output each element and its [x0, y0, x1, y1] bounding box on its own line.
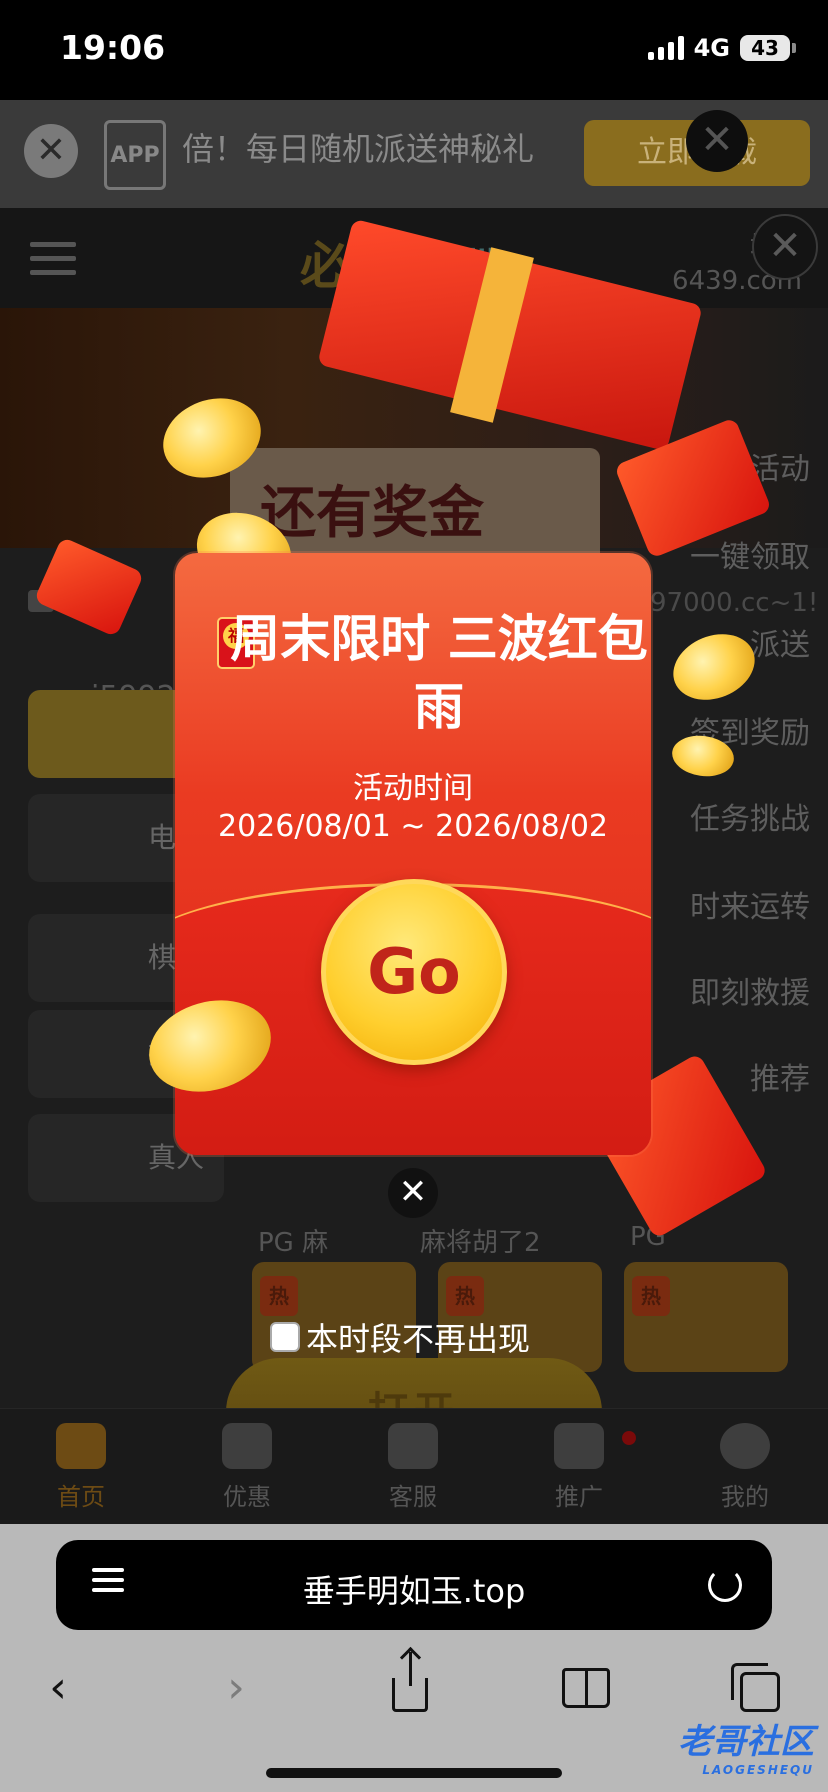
url-text: 垂手明如玉.top: [302, 1572, 526, 1610]
headset-icon: [388, 1423, 438, 1469]
nav-home[interactable]: 首页: [26, 1423, 136, 1512]
status-time: 19:06: [60, 28, 166, 67]
user-icon: [720, 1423, 770, 1469]
download-banner-text: 倍！每日随机派送神秘礼: [182, 130, 535, 168]
tabs-button[interactable]: [730, 1658, 790, 1718]
close-banner-icon[interactable]: ✕: [24, 124, 78, 178]
dont-show-again-option[interactable]: 本时段不再出现: [270, 1314, 530, 1360]
forward-icon[interactable]: ›: [206, 1658, 266, 1718]
popup-title: 周末限时 三波红包雨: [230, 610, 648, 736]
game-label: 麻将胡了2: [420, 1228, 541, 1258]
activity-time-label: 活动时间: [353, 771, 473, 806]
dont-show-label: 本时段不再出现: [306, 1320, 531, 1358]
game-thumbnail[interactable]: 热: [624, 1262, 788, 1372]
bookmarks-button[interactable]: [556, 1658, 616, 1718]
link-rescue[interactable]: 即刻救援: [690, 968, 810, 1012]
link-recommend[interactable]: 推荐: [750, 1054, 810, 1098]
link-task-challenge[interactable]: 任务挑战: [690, 794, 810, 838]
battery-icon: 43: [740, 35, 796, 61]
tabs-icon: [731, 1663, 780, 1712]
go-button[interactable]: Go: [321, 879, 507, 1065]
nav-promotions[interactable]: 优惠: [192, 1423, 302, 1512]
back-icon[interactable]: ‹: [28, 1658, 88, 1718]
nav-profile[interactable]: 我的: [690, 1423, 800, 1512]
share-user-icon: [554, 1423, 604, 1469]
address-bar[interactable]: 垂手明如玉.top: [56, 1540, 772, 1630]
nav-referral[interactable]: 推广: [524, 1423, 634, 1512]
close-popup-icon[interactable]: ✕: [388, 1168, 438, 1218]
reload-icon[interactable]: [708, 1568, 742, 1602]
share-icon: [392, 1652, 428, 1712]
watermark-logo: 老哥社区 LAOGESHEQU: [678, 1722, 814, 1777]
hot-badge: 热: [260, 1276, 298, 1316]
home-indicator[interactable]: [266, 1768, 562, 1778]
browser-toolbar: 垂手明如玉.top ‹ › 老哥社区 LAOGESHEQU: [0, 1524, 828, 1792]
hero-text: 还有奖金: [260, 481, 484, 546]
close-ad-icon[interactable]: ✕: [752, 214, 818, 280]
app-file-icon: APP: [104, 120, 166, 190]
signal-icon: [647, 36, 684, 60]
close-overlay-icon[interactable]: ✕: [686, 110, 748, 172]
notification-dot: [622, 1431, 636, 1445]
marquee-right: 97000.cc~1!: [650, 588, 819, 618]
bottom-nav: 首页 优惠 客服 推广 我的: [0, 1408, 828, 1524]
link-fortune[interactable]: 时来运转: [690, 882, 810, 926]
game-label: PG 麻: [258, 1228, 329, 1258]
gift-icon: [222, 1423, 272, 1469]
link-dispatch[interactable]: 派送: [750, 620, 810, 664]
share-button[interactable]: [380, 1652, 440, 1718]
nav-support[interactable]: 客服: [358, 1423, 468, 1512]
hot-badge: 热: [446, 1276, 484, 1316]
link-claim-all[interactable]: 一键领取: [690, 532, 810, 576]
dont-show-checkbox[interactable]: [270, 1322, 300, 1352]
bookmarks-icon: [562, 1668, 610, 1708]
network-type: 4G: [693, 34, 730, 62]
activity-date-range: 2026/08/01 ~ 2026/08/02: [217, 809, 609, 844]
home-icon: [56, 1423, 106, 1469]
status-bar: 19:06 4G 43: [0, 0, 828, 100]
hot-badge: 热: [632, 1276, 670, 1316]
status-indicators: 4G 43: [647, 34, 796, 62]
menu-icon[interactable]: [30, 242, 76, 276]
